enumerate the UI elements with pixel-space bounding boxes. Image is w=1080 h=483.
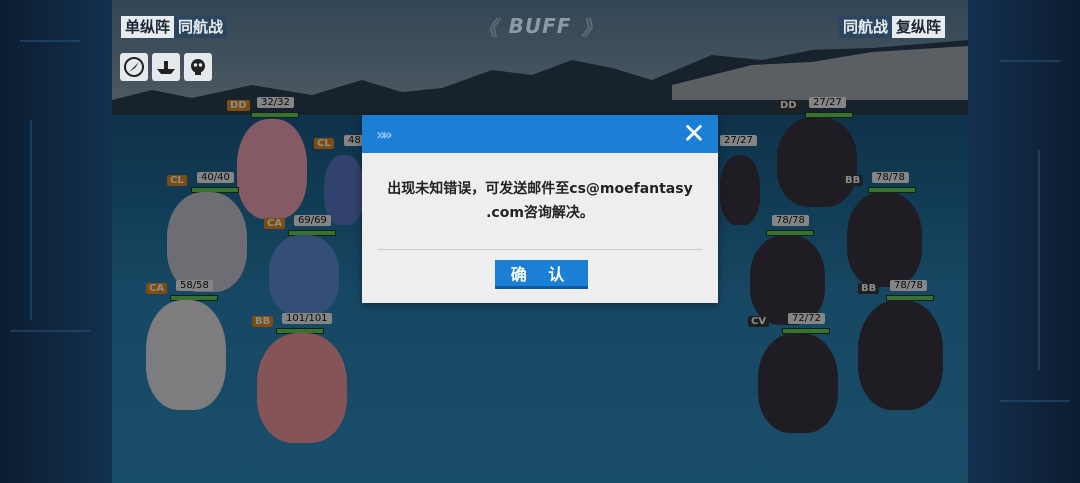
engagement-label: 同航战 — [174, 16, 228, 38]
right-frame — [968, 0, 1080, 483]
formation-label: 单纵阵 — [121, 16, 175, 38]
chevron-right-icon: 》 — [581, 15, 603, 40]
ship-class-label: CV — [748, 316, 770, 327]
hp-text: 32/32 — [257, 97, 294, 108]
close-icon[interactable]: ✕ — [680, 119, 708, 149]
hp-bar — [191, 187, 239, 193]
dialog-divider — [378, 249, 702, 250]
compass-icon[interactable] — [120, 53, 148, 81]
ship-class-label: CA — [146, 283, 168, 294]
hp-bar — [251, 112, 299, 118]
abyssal-sprite — [777, 117, 857, 207]
hp-bar — [170, 295, 218, 301]
hp-bar — [276, 328, 324, 334]
hp-bar — [288, 230, 336, 236]
buff-label: BUFF — [508, 14, 572, 38]
coastline-background — [112, 40, 968, 115]
hp-bar — [782, 328, 830, 334]
dialog-header: »» ✕ — [362, 115, 718, 153]
error-dialog: »» ✕ 出现未知错误，可发送邮件至cs@moefantasy .com咨询解决… — [362, 115, 718, 303]
ship-class-label: BB — [858, 283, 880, 294]
ally-formation: 单纵阵 同航战 — [121, 16, 228, 38]
ship-girl-sprite — [269, 235, 339, 315]
ship-class-label: BB — [842, 175, 864, 186]
hp-text: 27/27 — [809, 97, 846, 108]
hp-text: 78/78 — [872, 172, 909, 183]
ship-class-label: DD — [777, 100, 800, 111]
abyssal-sprite — [750, 235, 825, 325]
hp-text: 58/58 — [176, 280, 213, 291]
chevrons-icon: »» — [376, 125, 393, 144]
hp-text: 27/27 — [720, 135, 757, 146]
ship-class-label: BB — [252, 316, 274, 327]
hp-bar — [805, 112, 853, 118]
hp-bar — [868, 187, 916, 193]
abyssal-sprite — [858, 300, 943, 410]
hp-text: 69/69 — [294, 215, 331, 226]
hp-text: 72/72 — [788, 313, 825, 324]
abyssal-sprite — [720, 155, 760, 225]
buff-button[interactable]: 《 BUFF 》 — [477, 9, 603, 43]
hp-bar — [766, 230, 814, 236]
ship-class-label: CL — [167, 175, 187, 186]
ship-class-label: CA — [264, 218, 286, 229]
ship-class-label: CL — [314, 138, 334, 149]
hp-text: 78/78 — [890, 280, 927, 291]
error-message-line2: .com咨询解决。 — [486, 205, 594, 221]
hp-text: 78/78 — [772, 215, 809, 226]
ship-girl-sprite — [237, 119, 307, 219]
ship-girl-sprite — [167, 192, 247, 292]
status-icon-row — [120, 53, 212, 81]
ship-girl-sprite — [257, 333, 347, 443]
error-message: 出现未知错误，可发送邮件至cs@moefantasy .com咨询解决。 — [382, 177, 698, 225]
ship-girl-sprite — [324, 155, 364, 225]
ship-emblem-icon[interactable] — [152, 53, 180, 81]
engagement-label: 同航战 — [839, 16, 893, 38]
left-frame — [0, 0, 112, 483]
hp-bar — [886, 295, 934, 301]
abyssal-sprite — [758, 333, 838, 433]
enemy-formation: 同航战 复纵阵 — [839, 16, 946, 38]
formation-label: 复纵阵 — [892, 16, 946, 38]
error-message-line1: 出现未知错误，可发送邮件至cs@moefantasy — [387, 181, 693, 197]
hp-text: 40/40 — [197, 172, 234, 183]
ship-girl-sprite — [146, 300, 226, 410]
skull-emblem-icon[interactable] — [184, 53, 212, 81]
ship-class-label: DD — [227, 100, 250, 111]
chevron-left-icon: 《 — [477, 15, 499, 40]
hp-text: 101/101 — [282, 313, 332, 324]
abyssal-sprite — [847, 192, 922, 287]
confirm-button[interactable]: 确 认 — [495, 260, 588, 289]
